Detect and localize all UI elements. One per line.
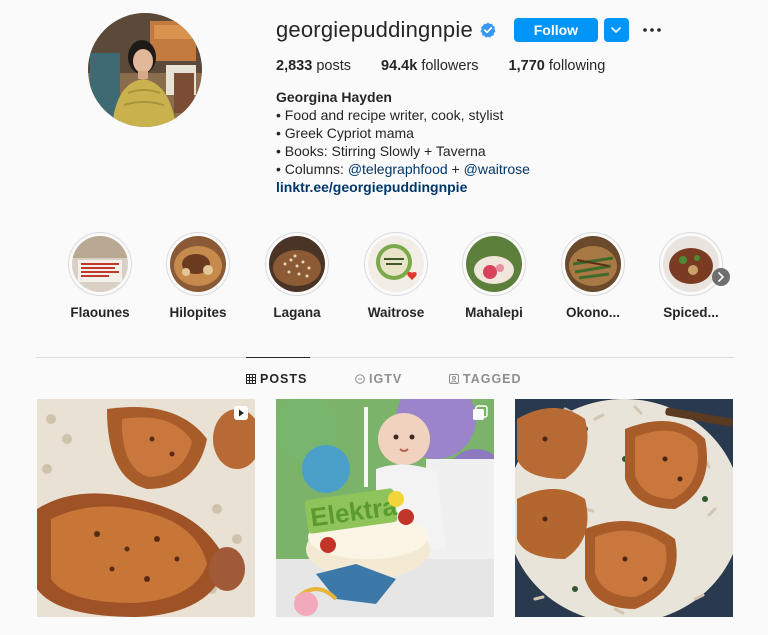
- highlights-next-button[interactable]: [712, 268, 730, 286]
- highlight-label: Flaounes: [70, 305, 130, 320]
- tab-label: TAGGED: [463, 372, 522, 386]
- followers-stat[interactable]: 94.4k followers: [381, 58, 479, 74]
- highlight-cover: [364, 232, 428, 296]
- tab-label: IGTV: [369, 372, 403, 386]
- highlight-flaounes[interactable]: Flaounes: [60, 232, 140, 320]
- profile-bio: Georgina Hayden • Food and recipe writer…: [276, 88, 530, 196]
- bio-line: • Food and recipe writer, cook, stylist: [276, 107, 504, 123]
- profile-header-row: georgiepuddingnpie Follow: [276, 16, 663, 44]
- bio-line: • Books: Stirring Slowly + Taverna: [276, 143, 486, 159]
- chevron-down-icon: [611, 26, 622, 33]
- following-count: 1,770: [508, 58, 545, 74]
- post-thumbnail[interactable]: [515, 399, 733, 617]
- tab-igtv[interactable]: IGTV: [355, 372, 402, 386]
- bio-line: • Greek Cypriot mama: [276, 125, 414, 141]
- posts-label: posts: [316, 58, 351, 74]
- highlight-cover: [462, 232, 526, 296]
- followers-label: followers: [421, 58, 479, 74]
- tab-tagged[interactable]: TAGGED: [449, 372, 522, 386]
- tab-posts[interactable]: POSTS: [246, 372, 307, 386]
- highlight-label: Lagana: [273, 305, 321, 320]
- following-stat[interactable]: 1,770 following: [509, 58, 606, 74]
- highlight-label: Hilopites: [169, 305, 227, 320]
- bio-columns-join: +: [447, 161, 464, 177]
- video-icon: [233, 405, 249, 421]
- highlight-label: Mahalepi: [465, 305, 523, 320]
- following-label: following: [548, 58, 606, 74]
- verified-badge-icon: [480, 22, 496, 38]
- profile-stats: 2,833 posts 94.4k followers 1,770 follow…: [276, 58, 635, 74]
- highlight-cover: [265, 232, 329, 296]
- profile-full-name: Georgina Hayden: [276, 89, 392, 105]
- highlight-cover: [166, 232, 230, 296]
- highlight-cover: [68, 232, 132, 296]
- post-thumbnail[interactable]: Elektra: [276, 399, 494, 617]
- post-thumbnail[interactable]: [37, 399, 255, 617]
- story-highlights: Flaounes Hilopites Lagana Waitrose Mahal…: [60, 232, 740, 322]
- profile-tabs: POSTS IGTV TAGGED: [0, 372, 768, 390]
- bio-line-columns: • Columns: @telegraphfood + @waitrose: [276, 160, 530, 178]
- grid-icon: [246, 374, 256, 384]
- highlight-waitrose[interactable]: Waitrose: [356, 232, 436, 320]
- bio-columns-prefix: • Columns:: [276, 161, 348, 177]
- highlight-mahalepi[interactable]: Mahalepi: [454, 232, 534, 320]
- profile-username: georgiepuddingnpie: [276, 17, 473, 42]
- more-options-icon[interactable]: [641, 19, 663, 41]
- profile-avatar[interactable]: [88, 13, 202, 127]
- igtv-icon: [355, 374, 365, 384]
- highlight-cover: [561, 232, 625, 296]
- highlight-lagana[interactable]: Lagana: [257, 232, 337, 320]
- posts-count: 2,833: [276, 58, 313, 74]
- chevron-right-icon: [718, 272, 725, 282]
- tabs-divider: [36, 357, 734, 358]
- tagged-icon: [449, 374, 459, 384]
- followers-count: 94.4k: [381, 58, 418, 74]
- active-tab-indicator: [246, 357, 310, 358]
- mention-link-waitrose[interactable]: @waitrose: [464, 161, 530, 177]
- highlight-cover: [659, 232, 723, 296]
- follow-button[interactable]: Follow: [513, 18, 598, 42]
- posts-stat: 2,833 posts: [276, 58, 351, 74]
- highlight-label: Spiced...: [663, 305, 719, 320]
- highlight-okono[interactable]: Okono...: [553, 232, 633, 320]
- bio-external-link[interactable]: linktr.ee/georgiepuddingnpie: [276, 178, 530, 196]
- carousel-icon: [472, 405, 488, 421]
- highlight-label: Okono...: [566, 305, 620, 320]
- tab-label: POSTS: [260, 372, 308, 386]
- highlight-hilopites[interactable]: Hilopites: [158, 232, 238, 320]
- suggested-accounts-dropdown-button[interactable]: [603, 18, 629, 42]
- mention-link-telegraphfood[interactable]: @telegraphfood: [348, 161, 448, 177]
- highlight-label: Waitrose: [367, 305, 425, 320]
